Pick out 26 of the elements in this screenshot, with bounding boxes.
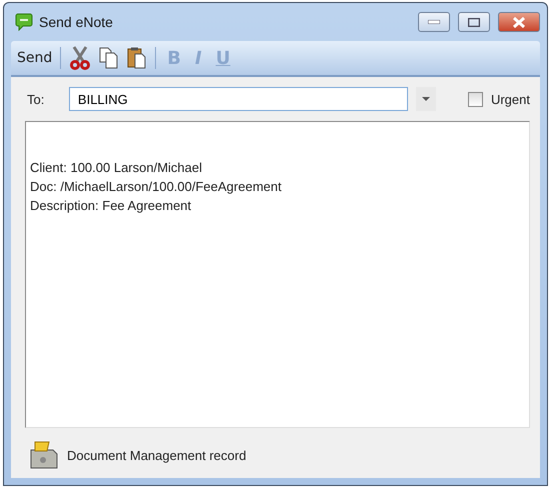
minimize-icon (428, 20, 440, 24)
send-button[interactable]: Send (17, 50, 52, 66)
copy-icon (99, 47, 120, 69)
caret-icon (422, 97, 430, 101)
copy-button[interactable] (99, 47, 120, 69)
minimize-button[interactable] (418, 12, 450, 32)
maximize-button[interactable] (458, 12, 490, 32)
urgent-checkbox[interactable] (468, 92, 483, 106)
scissors-icon (69, 46, 92, 70)
window-title: Send eNote (39, 14, 114, 30)
paste-icon (127, 47, 148, 69)
paste-button[interactable] (127, 47, 148, 69)
urgent-label: Urgent (490, 92, 530, 106)
message-line: Doc: /MichaelLarson/100.00/FeeAgreement (30, 178, 282, 196)
speech-bubble-icon (15, 13, 33, 31)
message-line: Description: Fee Agreement (30, 197, 192, 215)
close-button[interactable] (498, 12, 540, 32)
to-label: To: (27, 92, 46, 106)
message-line: Client: 100.00 Larson/Michael (30, 159, 203, 177)
recipient-field[interactable]: BILLING (68, 87, 408, 111)
message-area[interactable]: Client: 100.00 Larson/Michael Doc: /MichaelLarson/100.00/FeeAgreement Description: Fee Agreement (25, 121, 530, 428)
close-icon (512, 16, 526, 28)
cut-button[interactable] (69, 46, 92, 70)
attachment-link[interactable]: Document Management record (67, 448, 246, 462)
dropdown-button[interactable] (416, 87, 436, 111)
maximize-icon (468, 18, 480, 26)
